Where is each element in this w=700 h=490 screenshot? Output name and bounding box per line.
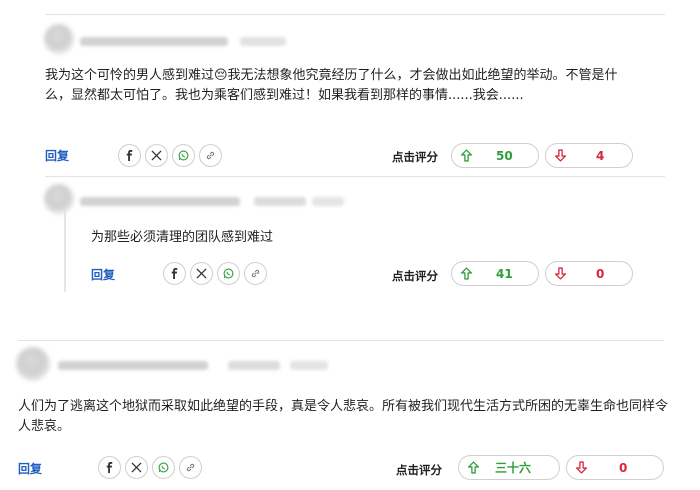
comment-text: 为那些必须清理的团队感到难过 bbox=[91, 230, 274, 245]
upvote-count: 50 bbox=[496, 148, 513, 163]
x-share-button[interactable] bbox=[190, 262, 213, 285]
divider bbox=[18, 340, 664, 341]
avatar bbox=[44, 184, 74, 214]
downvote-count: 4 bbox=[596, 148, 605, 163]
downvote-count: 0 bbox=[596, 266, 605, 281]
comment-text: 我为这个可怜的男人感到难过😔我无法想象他究竟经历了什么，才会做出如此绝望的举动。… bbox=[45, 68, 618, 103]
arrow-up-icon bbox=[467, 461, 479, 474]
x-share-button[interactable] bbox=[145, 144, 168, 167]
upvote-count: 41 bbox=[496, 266, 513, 281]
divider bbox=[45, 14, 665, 15]
arrow-down-icon bbox=[554, 149, 566, 162]
copy-link-button[interactable] bbox=[179, 456, 202, 479]
reply-thread-line bbox=[64, 200, 66, 292]
facebook-icon bbox=[106, 462, 113, 473]
arrow-down-icon bbox=[575, 461, 587, 474]
downvote-count: 0 bbox=[619, 460, 628, 475]
divider bbox=[45, 176, 665, 177]
facebook-share-button[interactable] bbox=[118, 144, 141, 167]
reply-button[interactable]: 回复 bbox=[45, 147, 69, 164]
avatar bbox=[16, 347, 50, 381]
upvote-button[interactable]: 三十六 bbox=[458, 455, 560, 480]
rate-label: 点击评分 bbox=[396, 463, 442, 477]
reply-button[interactable]: 回复 bbox=[91, 266, 115, 283]
rate-label: 点击评分 bbox=[392, 150, 438, 164]
whatsapp-icon bbox=[223, 268, 234, 279]
link-icon bbox=[251, 269, 260, 278]
avatar bbox=[44, 24, 74, 54]
arrow-up-icon bbox=[460, 149, 472, 162]
username-blurred bbox=[254, 197, 306, 206]
whatsapp-share-button[interactable] bbox=[152, 456, 175, 479]
upvote-button[interactable]: 50 bbox=[451, 143, 539, 168]
upvote-count: 三十六 bbox=[495, 461, 532, 475]
rate-label: 点击评分 bbox=[392, 269, 438, 283]
copy-link-button[interactable] bbox=[244, 262, 267, 285]
username-blurred bbox=[290, 361, 328, 370]
share-buttons bbox=[118, 144, 222, 167]
downvote-button[interactable]: 0 bbox=[545, 261, 633, 286]
downvote-button[interactable]: 4 bbox=[545, 143, 633, 168]
copy-link-button[interactable] bbox=[199, 144, 222, 167]
link-icon bbox=[206, 151, 215, 160]
downvote-button[interactable]: 0 bbox=[566, 455, 664, 480]
username-blurred bbox=[240, 37, 286, 46]
username-blurred bbox=[228, 361, 280, 370]
x-share-button[interactable] bbox=[125, 456, 148, 479]
facebook-share-button[interactable] bbox=[98, 456, 121, 479]
whatsapp-share-button[interactable] bbox=[217, 262, 240, 285]
facebook-icon bbox=[171, 268, 178, 279]
upvote-button[interactable]: 41 bbox=[451, 261, 539, 286]
x-icon bbox=[131, 462, 142, 473]
whatsapp-icon bbox=[158, 462, 169, 473]
share-buttons bbox=[98, 456, 202, 479]
arrow-up-icon bbox=[460, 267, 472, 280]
username-blurred bbox=[312, 197, 344, 206]
facebook-share-button[interactable] bbox=[163, 262, 186, 285]
link-icon bbox=[186, 463, 195, 472]
share-buttons bbox=[163, 262, 267, 285]
username-blurred bbox=[80, 197, 240, 206]
whatsapp-icon bbox=[178, 150, 189, 161]
whatsapp-share-button[interactable] bbox=[172, 144, 195, 167]
x-icon bbox=[196, 268, 207, 279]
username-blurred bbox=[80, 37, 228, 46]
facebook-icon bbox=[126, 150, 133, 161]
reply-button[interactable]: 回复 bbox=[18, 460, 42, 477]
x-icon bbox=[151, 150, 162, 161]
username-blurred bbox=[58, 361, 208, 370]
comment-text: 人们为了逃离这个地狱而采取如此绝望的手段，真是令人悲哀。所有被我们现代生活方式所… bbox=[18, 399, 669, 434]
arrow-down-icon bbox=[554, 267, 566, 280]
